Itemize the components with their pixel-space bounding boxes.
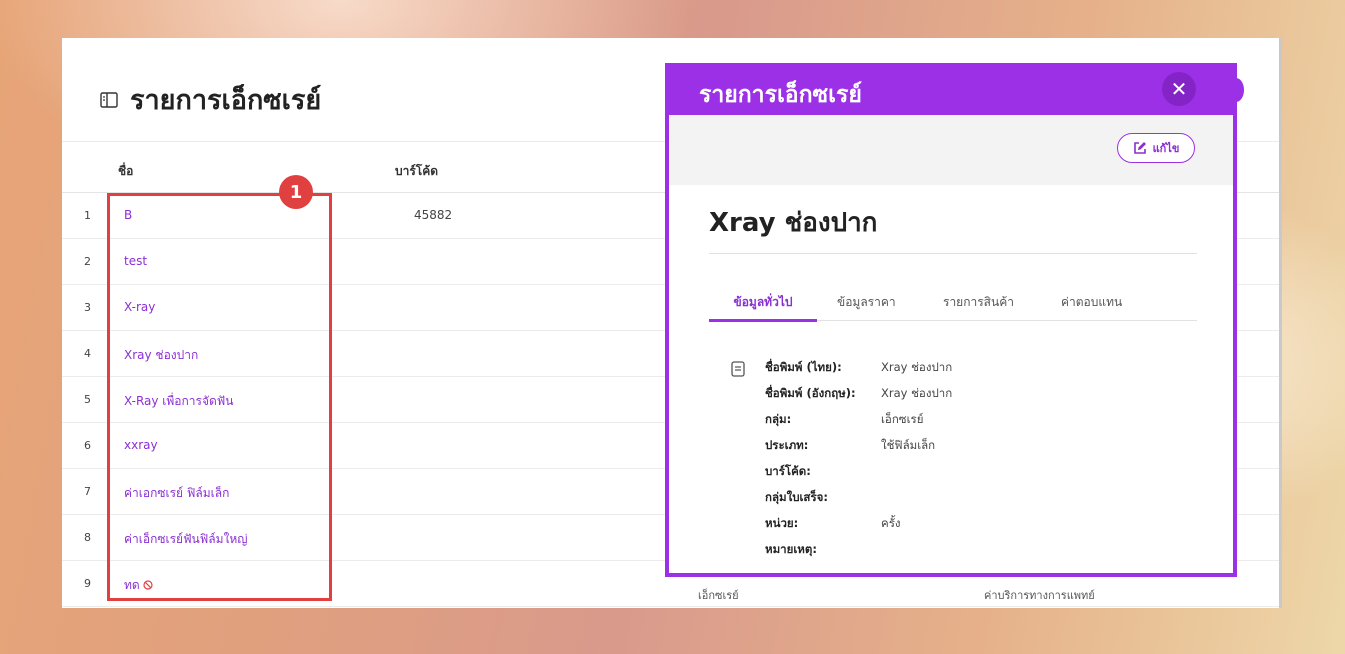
row-number: 1 bbox=[84, 209, 91, 222]
detail-row: หมายเหตุ: bbox=[765, 541, 881, 559]
detail-label: ชื่อพิมพ์ (ไทย): bbox=[765, 360, 842, 374]
detail-label: ชื่อพิมพ์ (อังกฤษ): bbox=[765, 386, 856, 400]
close-button[interactable]: ✕ bbox=[1162, 72, 1196, 106]
detail-row: กลุ่มใบเสร็จ: bbox=[765, 489, 881, 507]
detail-row: ประเภท: ใช้ฟิล์มเล็ก bbox=[765, 437, 935, 455]
detail-value: Xray ช่องปาก bbox=[881, 386, 953, 400]
detail-value: ครั้ง bbox=[881, 516, 901, 530]
divider bbox=[709, 253, 1197, 254]
detail-label: บาร์โค้ด: bbox=[765, 464, 811, 478]
detail-row: กลุ่ม: เอ็กซเรย์ bbox=[765, 411, 923, 429]
tab-compensation[interactable]: ค่าตอบแทน bbox=[1061, 293, 1122, 312]
page-title-text: รายการเอ็กซเรย์ bbox=[130, 85, 322, 116]
column-header-barcode: บาร์โค้ด bbox=[395, 164, 439, 178]
row-number: 8 bbox=[84, 531, 91, 544]
detail-value: เอ็กซเรย์ bbox=[881, 412, 924, 426]
detail-row: หน่วย: ครั้ง bbox=[765, 515, 901, 533]
row-number: 7 bbox=[84, 485, 91, 498]
product-name: Xray ช่องปาก bbox=[709, 208, 878, 238]
xray-detail-modal: รายการเอ็กซเรย์ ✕ แก้ไข Xray ช่องปาก ข้อ… bbox=[665, 63, 1237, 577]
detail-value: Xray ช่องปาก bbox=[881, 360, 953, 374]
tab-general[interactable]: ข้อมูลทั่วไป bbox=[709, 293, 817, 312]
row-group: เอ็กซเรย์ bbox=[698, 589, 739, 602]
edit-button-label: แก้ไข bbox=[1152, 142, 1180, 155]
scrollbar[interactable] bbox=[1279, 38, 1282, 608]
detail-label: หน่วย: bbox=[765, 516, 799, 530]
detail-label: กลุ่มใบเสร็จ: bbox=[765, 490, 828, 504]
row-number: 4 bbox=[84, 347, 91, 360]
row-number: 9 bbox=[84, 577, 91, 590]
modal-tabs: ข้อมูลทั่วไป ข้อมูลราคา รายการสินค้า ค่า… bbox=[709, 282, 1197, 322]
annotation-highlight-box bbox=[107, 193, 332, 601]
close-icon: ✕ bbox=[1170, 77, 1188, 101]
row-number: 2 bbox=[84, 255, 91, 268]
edit-button[interactable]: แก้ไข bbox=[1117, 133, 1195, 163]
tab-price[interactable]: ข้อมูลราคา bbox=[837, 293, 896, 312]
detail-value: ใช้ฟิล์มเล็ก bbox=[881, 438, 936, 452]
detail-label: หมายเหตุ: bbox=[765, 542, 817, 556]
page-title: รายการเอ็กซเรย์ bbox=[100, 78, 321, 121]
modal-header: รายการเอ็กซเรย์ ✕ bbox=[669, 67, 1233, 115]
column-header-name: ชื่อ bbox=[118, 164, 134, 178]
detail-row: ชื่อพิมพ์ (อังกฤษ): Xray ช่องปาก bbox=[765, 385, 952, 403]
detail-label: กลุ่ม: bbox=[765, 412, 792, 426]
edit-icon bbox=[1133, 142, 1146, 154]
modal-title: รายการเอ็กซเรย์ bbox=[699, 82, 862, 108]
detail-row: บาร์โค้ด: bbox=[765, 463, 881, 481]
row-number: 3 bbox=[84, 301, 91, 314]
document-icon bbox=[731, 361, 745, 377]
row-type: ค่าบริการทางการแพทย์ bbox=[984, 589, 1095, 602]
modal-toolbar: แก้ไข bbox=[669, 115, 1233, 185]
row-barcode: 45882 bbox=[414, 208, 453, 222]
row-number: 5 bbox=[84, 393, 91, 406]
row-number: 6 bbox=[84, 439, 91, 452]
detail-label: ประเภท: bbox=[765, 438, 809, 452]
detail-row: ชื่อพิมพ์ (ไทย): Xray ช่องปาก bbox=[765, 359, 952, 377]
annotation-step-badge: 1 bbox=[279, 175, 313, 209]
tab-products[interactable]: รายการสินค้า bbox=[943, 293, 1014, 312]
active-tab-indicator bbox=[709, 319, 817, 322]
book-open-icon bbox=[100, 91, 118, 108]
